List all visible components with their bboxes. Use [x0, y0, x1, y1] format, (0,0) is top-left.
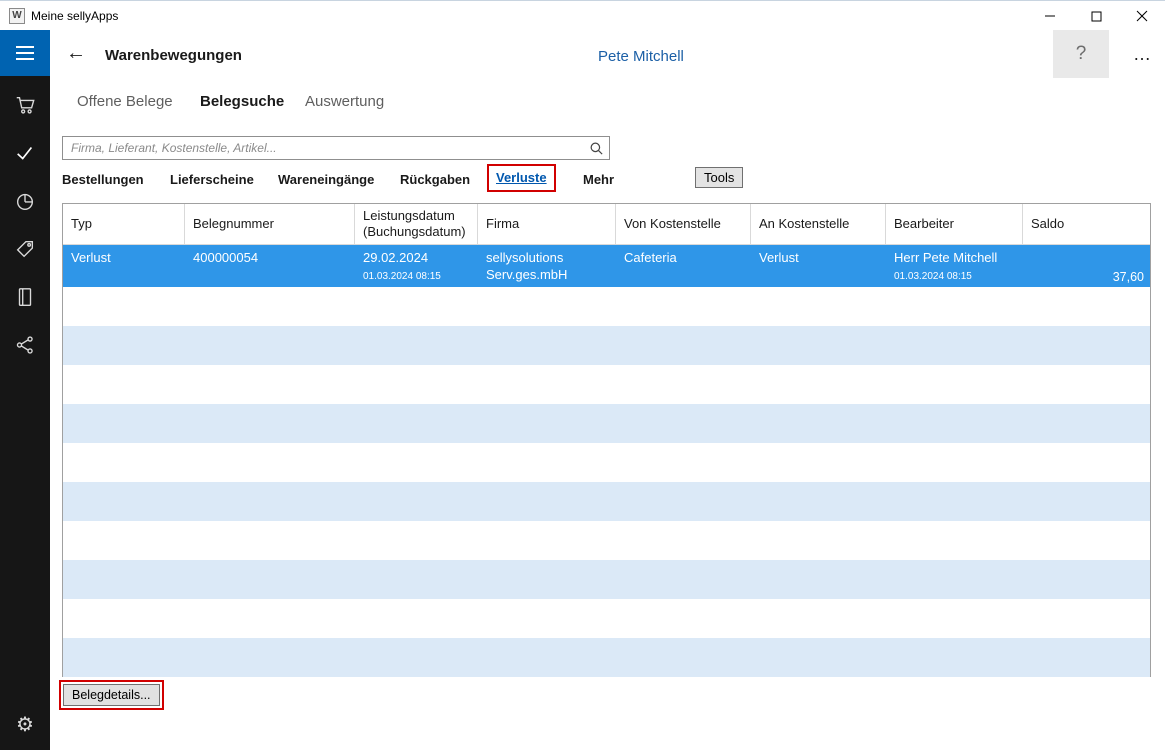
empty-row: [63, 599, 1150, 638]
column-header-an-kostenstelle[interactable]: An Kostenstelle: [751, 204, 886, 245]
table-row-selected[interactable]: Verlust 400000054 29.02.2024 01.03.2024 …: [63, 245, 1150, 287]
empty-row: [63, 287, 1150, 326]
sidebar-item-cart[interactable]: [0, 81, 50, 129]
tab-auswertung[interactable]: Auswertung: [305, 93, 384, 110]
filter-verluste[interactable]: Verluste: [496, 170, 547, 185]
pie-chart-icon: [16, 193, 34, 210]
sidebar-item-katalog[interactable]: [0, 273, 50, 321]
back-button[interactable]: ←: [66, 42, 86, 65]
column-header-saldo[interactable]: Saldo: [1023, 204, 1150, 245]
empty-row: [63, 482, 1150, 521]
filter-wareneingaenge[interactable]: Wareneingänge: [278, 172, 374, 187]
hamburger-icon: [16, 46, 34, 60]
cell-saldo: 37,60: [1112, 269, 1144, 284]
empty-row: [63, 404, 1150, 443]
user-name[interactable]: Pete Mitchell: [598, 48, 684, 65]
empty-row: [63, 365, 1150, 404]
close-button[interactable]: [1119, 1, 1165, 31]
empty-row: [63, 521, 1150, 560]
window-controls: [1027, 1, 1165, 31]
empty-row: [63, 326, 1150, 365]
menu-button[interactable]: [0, 30, 50, 76]
column-header-bearbeiter[interactable]: Bearbeiter: [886, 204, 1023, 245]
filter-lieferscheine[interactable]: Lieferscheine: [170, 172, 254, 187]
column-header-von-kostenstelle[interactable]: Von Kostenstelle: [616, 204, 751, 245]
search-input[interactable]: [63, 137, 583, 159]
cart-icon: [16, 96, 35, 114]
cell-leistungsdatum: 29.02.2024 01.03.2024 08:15: [363, 250, 441, 282]
column-header-leistungsdatum[interactable]: Leistungsdatum (Buchungsdatum): [355, 204, 478, 245]
help-button[interactable]: ?: [1053, 30, 1109, 78]
sidebar-item-belege[interactable]: [0, 129, 50, 177]
window-title: Meine sellyApps: [31, 8, 119, 23]
titlebar: W Meine sellyApps: [0, 0, 1165, 30]
belege-table: Typ Belegnummer Leistungsdatum (Buchungsd…: [62, 203, 1151, 677]
table-header: Typ Belegnummer Leistungsdatum (Buchungsd…: [63, 204, 1150, 245]
cell-an-kostenstelle: Verlust: [759, 250, 799, 265]
empty-row: [63, 560, 1150, 599]
empty-rows: [63, 287, 1150, 677]
sidebar-item-angebote[interactable]: [0, 225, 50, 273]
tag-icon: [16, 240, 34, 258]
empty-row: [63, 638, 1150, 677]
filter-mehr[interactable]: Mehr: [583, 172, 614, 187]
maximize-button[interactable]: [1073, 1, 1119, 31]
empty-row: [63, 443, 1150, 482]
cell-belegnummer: 400000054: [193, 250, 259, 265]
cell-von-kostenstelle: Cafeteria: [624, 250, 677, 265]
filter-bestellungen[interactable]: Bestellungen: [62, 172, 144, 187]
app-icon: W: [9, 7, 25, 24]
page-title: Warenbewegungen: [105, 47, 242, 64]
more-button[interactable]: …: [1124, 36, 1160, 72]
sidebar: ⚙: [0, 30, 50, 750]
cell-firma: sellysolutions Serv.ges.mbH: [486, 250, 568, 282]
minimize-button[interactable]: [1027, 1, 1073, 31]
cell-typ: Verlust: [71, 250, 111, 265]
belegdetails-button[interactable]: Belegdetails...: [63, 684, 160, 706]
search-icon[interactable]: [583, 141, 609, 156]
highlight-verluste: Verluste: [487, 164, 556, 192]
column-header-firma[interactable]: Firma: [478, 204, 616, 245]
main-content: ← Warenbewegungen Pete Mitchell ? … Offe…: [50, 30, 1165, 750]
highlight-belegdetails: Belegdetails...: [59, 680, 164, 710]
cell-bearbeiter: Herr Pete Mitchell 01.03.2024 08:15: [894, 250, 998, 282]
tools-button[interactable]: Tools: [695, 167, 744, 188]
book-icon: [18, 288, 32, 306]
tab-offene-belege[interactable]: Offene Belege: [77, 93, 173, 110]
sidebar-item-auswertung[interactable]: [0, 177, 50, 225]
tab-belegsuche[interactable]: Belegsuche: [200, 93, 284, 110]
settings-icon[interactable]: ⚙: [0, 704, 50, 744]
sidebar-item-netzwerk[interactable]: [0, 321, 50, 369]
share-icon: [16, 336, 33, 354]
column-header-typ[interactable]: Typ: [63, 204, 185, 245]
check-icon: [17, 146, 33, 160]
filter-rueckgaben[interactable]: Rückgaben: [400, 172, 470, 187]
column-header-belegnummer[interactable]: Belegnummer: [185, 204, 355, 245]
search-box: [62, 136, 610, 160]
